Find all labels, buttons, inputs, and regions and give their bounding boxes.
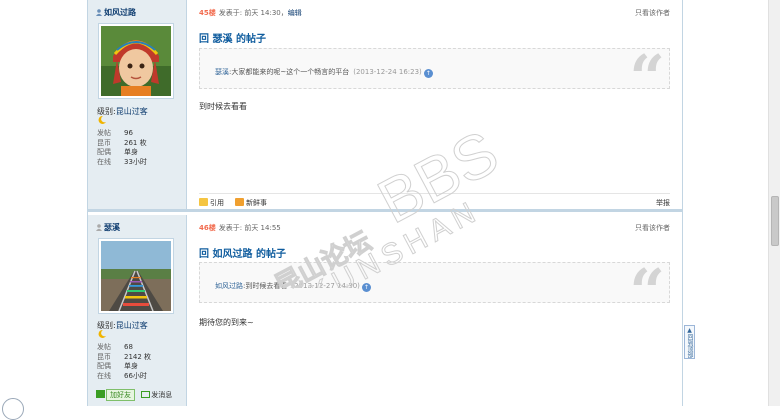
post-main: 46楼 发表于: 前天 14:55 只看该作者 回 如风过路 的帖子 如风过路:到… bbox=[188, 215, 682, 406]
thread-page: 如风过路 级别:昆山过客 发帖 96 昆币 261 枚 配偶 单身 在线 33小… bbox=[87, 0, 683, 406]
share-fresh-button[interactable]: 新鲜事 bbox=[235, 198, 267, 208]
post-46: 瑟溪 级别:昆山过客 发帖 68 昆币 2142 枚 配偶 单身 在线 66小时… bbox=[88, 215, 682, 406]
quote-icon bbox=[199, 198, 208, 206]
only-author-link[interactable]: 只看该作者 bbox=[635, 8, 670, 18]
scrollbar-thumb[interactable] bbox=[771, 196, 779, 246]
avatar[interactable] bbox=[98, 23, 174, 99]
post-content: 到时候去看看 bbox=[199, 102, 247, 111]
post-45: 如风过路 级别:昆山过客 发帖 96 昆币 261 枚 配偶 单身 在线 33小… bbox=[88, 0, 682, 212]
author-stats: 发帖 96 昆币 261 枚 配偶 单身 在线 33小时 bbox=[97, 129, 147, 167]
quote-mark-icon: “ bbox=[629, 41, 665, 114]
edit-link[interactable]: 编辑 bbox=[288, 9, 302, 17]
author-sidebar: 如风过路 级别:昆山过客 发帖 96 昆币 261 枚 配偶 单身 在线 33小… bbox=[88, 0, 187, 209]
message-icon bbox=[141, 391, 151, 398]
stat-spouse: 配偶 单身 bbox=[97, 362, 138, 370]
moon-rank-icon bbox=[98, 115, 106, 124]
quote-time: (2013-12-27 14:30) bbox=[291, 282, 360, 290]
stat-coins: 昆币 261 枚 bbox=[97, 138, 147, 147]
quote-block: 如风过路:到时候去看看 (2013-12-27 14:30) ↑ “ bbox=[199, 261, 670, 323]
post-footer: 引用 新鲜事 举报 bbox=[199, 193, 670, 211]
send-message-button[interactable]: 发消息 bbox=[141, 390, 172, 400]
post-title: 回 如风过路 的帖子 bbox=[199, 249, 286, 260]
goto-quoted-post-icon[interactable]: ↑ bbox=[361, 283, 371, 292]
quote-author-link[interactable]: 瑟溪 bbox=[215, 68, 229, 76]
stat-online: 在线 66小时 bbox=[97, 371, 147, 380]
fresh-icon bbox=[235, 198, 244, 206]
post-content: 期待您的到来~ bbox=[199, 318, 254, 327]
avatar-child-image bbox=[101, 26, 171, 96]
author-name[interactable]: 如风过路 bbox=[96, 7, 136, 18]
post-main: 45楼 发表于: 前天 14:30，编辑 只看该作者 回 瑟溪 的帖子 瑟溪:大家… bbox=[188, 0, 682, 209]
corner-circle-icon bbox=[2, 398, 24, 420]
stat-online: 在线 33小时 bbox=[97, 157, 147, 166]
quote-block: 瑟溪:大家都能来的呢~这个一个畅言的平台 (2013-12-24 16:23) ↑ … bbox=[199, 47, 670, 109]
only-author-link[interactable]: 只看该作者 bbox=[635, 223, 670, 233]
post-meta: 46楼 发表于: 前天 14:55 bbox=[199, 223, 281, 233]
post-time: 发表于: 前天 14:30 bbox=[218, 9, 281, 17]
avatar-railway-image bbox=[101, 241, 171, 311]
page-scrollbar[interactable] bbox=[768, 0, 780, 406]
stat-posts: 发帖 68 bbox=[97, 343, 133, 351]
back-to-top-button[interactable]: ▲ 回到顶部 bbox=[684, 325, 695, 359]
stat-coins: 昆币 2142 枚 bbox=[97, 352, 152, 361]
quote-author-link[interactable]: 如风过路 bbox=[215, 282, 243, 290]
quote-text: :大家都能来的呢~这个一个畅言的平台 bbox=[229, 68, 350, 76]
author-sidebar: 瑟溪 级别:昆山过客 发帖 68 昆币 2142 枚 配偶 单身 在线 66小时 bbox=[88, 215, 187, 406]
quote-mark-icon: “ bbox=[629, 255, 665, 328]
author-name[interactable]: 瑟溪 bbox=[96, 222, 120, 233]
moon-rank-icon bbox=[98, 329, 106, 338]
goto-quoted-post-icon[interactable]: ↑ bbox=[423, 69, 433, 78]
stat-posts: 发帖 96 bbox=[97, 129, 133, 137]
floor-number[interactable]: 45楼 bbox=[199, 9, 216, 17]
report-link[interactable]: 举报 bbox=[656, 198, 670, 208]
quote-time: (2013-12-24 16:23) bbox=[353, 68, 422, 76]
avatar[interactable] bbox=[98, 238, 174, 314]
quote-text: :到时候去看看 bbox=[243, 282, 288, 290]
add-friend-icon bbox=[96, 390, 105, 398]
add-friend-button[interactable]: 加好友 bbox=[96, 389, 135, 401]
stat-spouse: 配偶 单身 bbox=[97, 148, 138, 156]
author-stats: 发帖 68 昆币 2142 枚 配偶 单身 在线 66小时 bbox=[97, 343, 151, 381]
author-actions: 加好友 发消息 bbox=[96, 389, 176, 401]
floor-number[interactable]: 46楼 bbox=[199, 224, 216, 232]
post-time: 发表于: 前天 14:55 bbox=[218, 224, 281, 232]
post-title: 回 瑟溪 的帖子 bbox=[199, 34, 266, 45]
user-online-icon bbox=[96, 9, 102, 16]
user-offline-icon bbox=[96, 224, 102, 231]
post-meta: 45楼 发表于: 前天 14:30，编辑 bbox=[199, 9, 302, 17]
quote-button[interactable]: 引用 bbox=[199, 198, 224, 208]
